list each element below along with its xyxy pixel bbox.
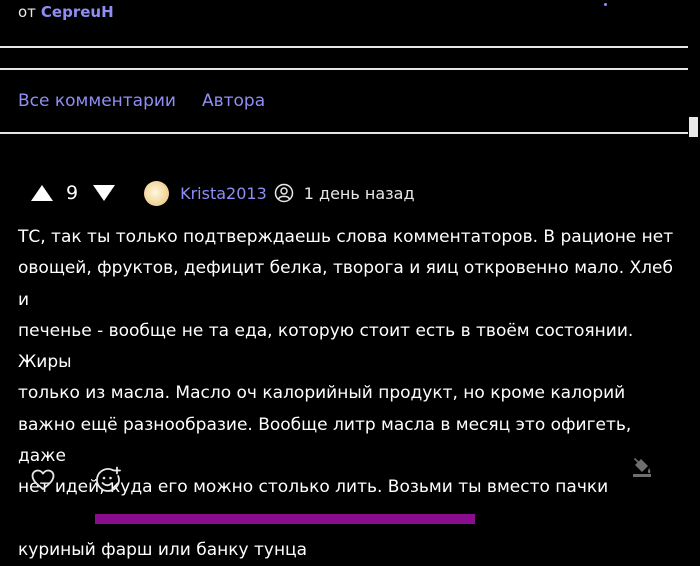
vertical-scrollbar[interactable] — [688, 0, 700, 525]
comment-time: 1 день назад — [303, 183, 415, 203]
comment-line: печенье - вообще не та еда, которую стои… — [18, 320, 634, 373]
comment-line: важно ещё разнообразие. Вообще литр масл… — [18, 414, 632, 467]
emoji-add-icon[interactable] — [94, 466, 122, 494]
comment-line: овощей, фруктов, дефицит белка, творога … — [18, 258, 673, 310]
post-author-link[interactable]: CepreuH — [41, 3, 114, 21]
horizontal-scrollbar-thumb[interactable] — [95, 514, 475, 524]
avatar[interactable] — [144, 180, 170, 206]
comment-header: 9 Krista2013 1 день назад — [30, 178, 415, 208]
horizontal-scrollbar[interactable] — [0, 511, 700, 525]
vertical-scrollbar-thumb[interactable] — [689, 117, 698, 137]
user-circle-icon — [274, 183, 293, 203]
triangle-down-icon[interactable] — [92, 183, 116, 203]
comment-actions — [30, 466, 122, 494]
paint-bucket-icon[interactable] — [631, 456, 653, 478]
heart-outline-icon[interactable] — [30, 467, 56, 493]
divider — [0, 132, 688, 134]
divider — [0, 68, 688, 70]
comment-tabs: Все комментарии Автора — [18, 91, 265, 111]
comment-author-link[interactable]: Krista2013 — [180, 184, 267, 203]
triangle-up-icon[interactable] — [30, 183, 54, 203]
divider — [0, 46, 688, 48]
by-label: от — [18, 3, 36, 21]
indicator-dot — [604, 3, 607, 6]
comment-line: ТС, так ты только подтверждаешь слова ко… — [18, 227, 674, 247]
comment-line: куриный фарш или банку тунца — [18, 539, 308, 560]
comment-score: 9 — [66, 182, 79, 204]
tab-all-comments[interactable]: Все комментарии — [18, 91, 176, 111]
post-author-line: от CepreuH — [18, 3, 114, 21]
comment-line: только из масла. Масло оч калорийный про… — [18, 383, 626, 404]
tab-author[interactable]: Автора — [202, 91, 265, 111]
